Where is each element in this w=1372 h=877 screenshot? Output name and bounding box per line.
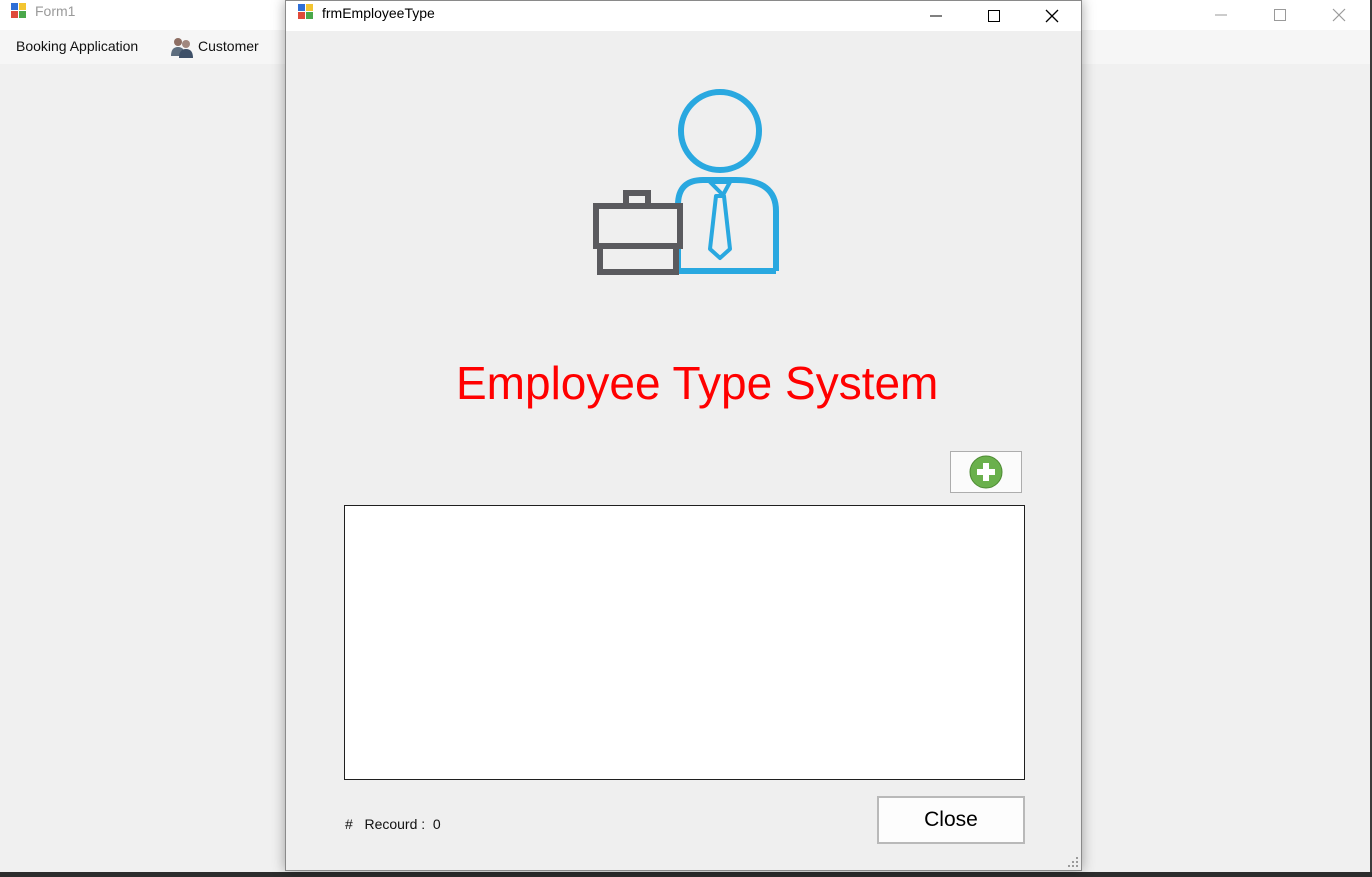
parent-maximize-button[interactable] — [1257, 0, 1303, 30]
employee-with-briefcase-icon — [593, 89, 779, 275]
dialog-close-window-button[interactable] — [1029, 1, 1075, 31]
employee-type-dialog: frmEmployeeType Employee Type System # R… — [285, 0, 1082, 871]
parent-close-button[interactable] — [1316, 0, 1362, 30]
dialog-minimize-button[interactable] — [913, 1, 959, 31]
taskbar-strip — [0, 872, 1372, 877]
page-title: Employee Type System — [456, 357, 939, 409]
green-plus-circle-icon — [969, 455, 1003, 489]
close-icon — [1045, 9, 1059, 23]
dialog-titlebar: frmEmployeeType — [286, 1, 1081, 31]
app-window-icon — [11, 3, 27, 19]
menu-item-booking-application[interactable]: Booking Application — [16, 37, 138, 55]
add-employee-type-button[interactable] — [950, 451, 1022, 493]
close-icon — [1332, 8, 1346, 22]
employee-type-list[interactable] — [344, 505, 1025, 780]
resize-grip-icon[interactable] — [1067, 856, 1079, 868]
maximize-icon — [1274, 9, 1286, 21]
app-window-icon — [298, 4, 314, 20]
maximize-icon — [988, 10, 1000, 22]
minimize-icon — [1215, 14, 1227, 16]
users-icon — [170, 35, 194, 64]
close-button[interactable]: Close — [877, 796, 1025, 844]
record-count-label: # Recourd : 0 — [345, 816, 441, 832]
menu-item-customer[interactable]: Customer — [198, 37, 259, 55]
minimize-icon — [930, 15, 942, 17]
dialog-title: frmEmployeeType — [322, 5, 435, 21]
parent-window-title: Form1 — [35, 3, 76, 19]
dialog-maximize-button[interactable] — [971, 1, 1017, 31]
parent-minimize-button[interactable] — [1198, 0, 1244, 30]
